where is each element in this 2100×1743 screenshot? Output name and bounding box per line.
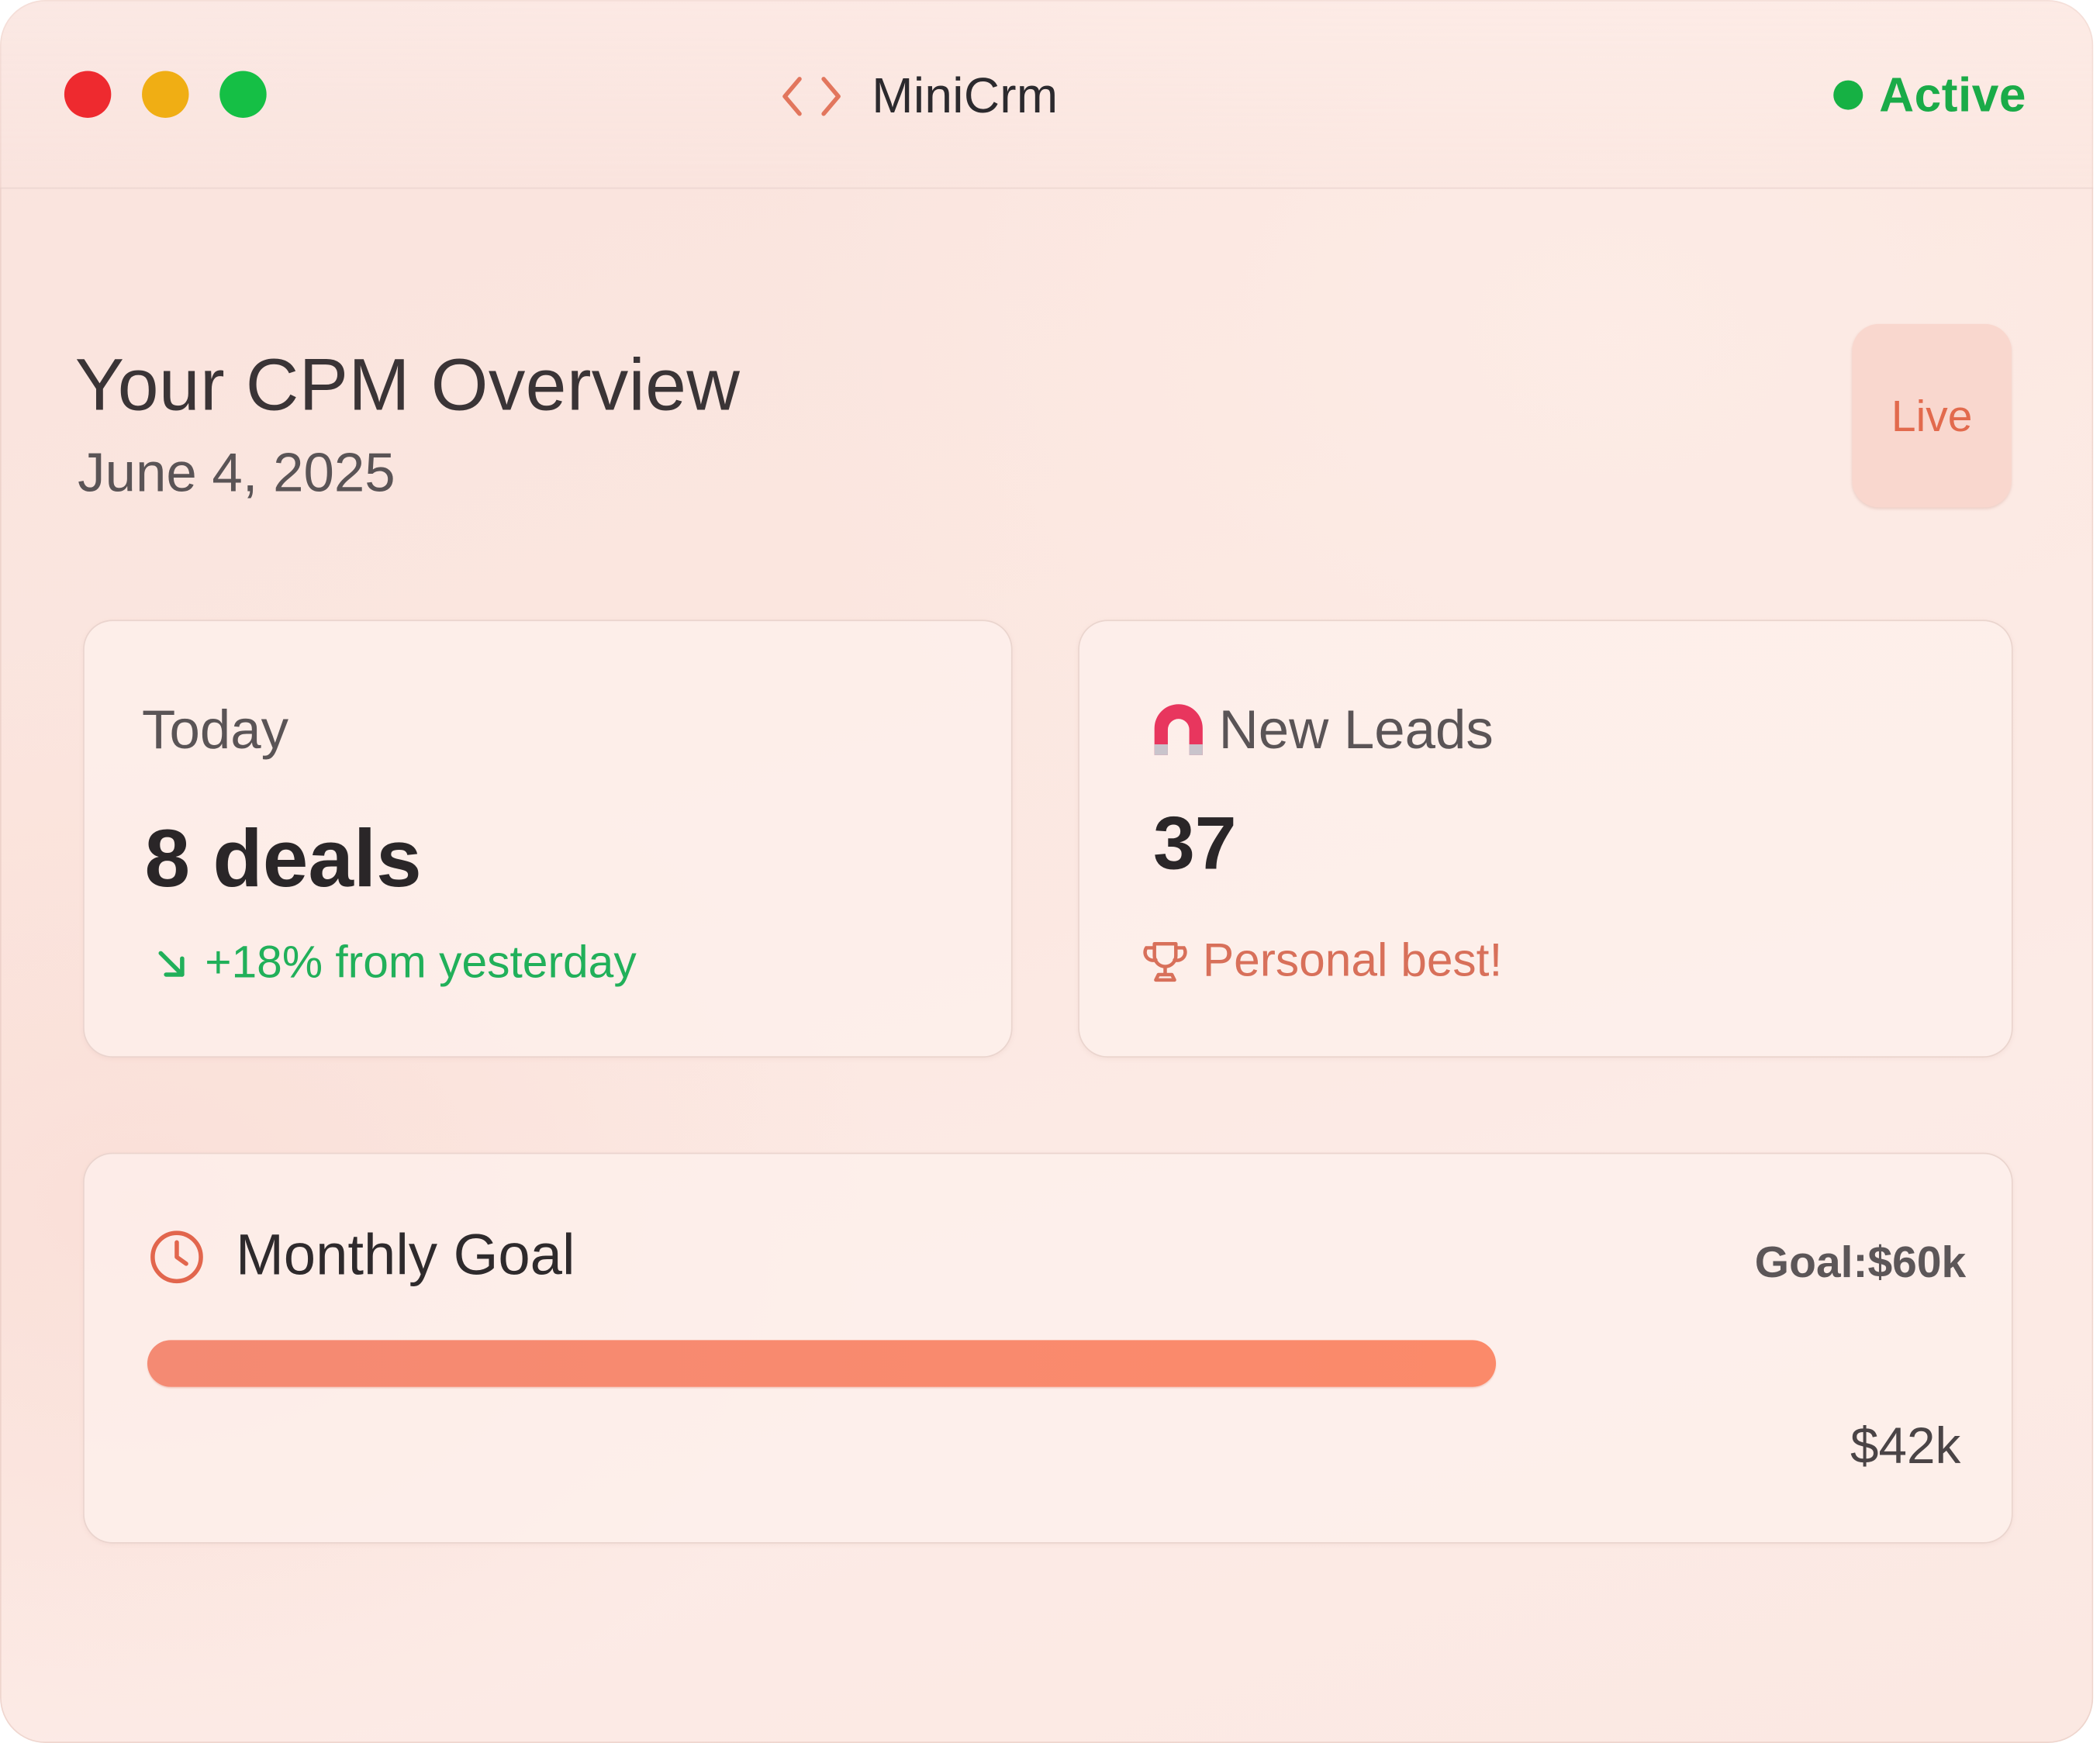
monthly-goal-header: Monthly Goal bbox=[147, 1224, 575, 1289]
new-leads-header: New Leads bbox=[1149, 699, 1494, 761]
today-label: Today bbox=[142, 699, 289, 761]
close-window-button[interactable] bbox=[64, 71, 112, 118]
personal-best-badge: Personal best! bbox=[1141, 934, 1502, 988]
new-leads-label: New Leads bbox=[1218, 699, 1494, 761]
arrow-down-right-icon bbox=[158, 950, 185, 976]
app-window: MiniCrm Active Your CPM Overview June 4,… bbox=[0, 0, 2094, 1743]
app-title: MiniCrm bbox=[781, 67, 1059, 126]
monthly-goal-title: Monthly Goal bbox=[235, 1224, 575, 1288]
minimize-window-button[interactable] bbox=[142, 71, 189, 118]
today-trend: +18% from yesterday bbox=[154, 937, 637, 989]
maximize-window-button[interactable] bbox=[219, 71, 267, 118]
page-date: June 4, 2025 bbox=[78, 441, 395, 504]
clock-icon bbox=[150, 1230, 203, 1283]
code-brackets-icon bbox=[782, 77, 841, 116]
goal-current-value: $42k bbox=[1850, 1419, 1961, 1476]
today-trend-text: +18% from yesterday bbox=[205, 937, 637, 989]
goal-progress-track bbox=[147, 1340, 1962, 1387]
today-card[interactable]: Today 8 deals +18% from yesterday bbox=[83, 620, 1013, 1058]
today-deals-value: 8 deals bbox=[144, 813, 422, 904]
title-bar: MiniCrm Active bbox=[0, 0, 2094, 189]
page-title: Your CPM Overview bbox=[74, 343, 741, 426]
new-leads-value: 37 bbox=[1152, 800, 1237, 885]
trophy-icon bbox=[1143, 942, 1187, 982]
status-indicator: Active bbox=[1833, 67, 2026, 123]
goal-target: Goal:$60k bbox=[1754, 1237, 1967, 1287]
live-badge[interactable]: Live bbox=[1852, 323, 2012, 508]
status-label: Active bbox=[1879, 67, 2026, 123]
stage: MiniCrm Active Your CPM Overview June 4,… bbox=[0, 0, 2100, 1743]
app-name: MiniCrm bbox=[872, 68, 1059, 123]
goal-progress-fill bbox=[147, 1340, 1496, 1387]
magnet-icon bbox=[1154, 703, 1203, 754]
monthly-goal-card[interactable]: Monthly Goal Goal:$60k $42k bbox=[83, 1152, 2013, 1544]
personal-best-text: Personal best! bbox=[1202, 934, 1503, 987]
status-dot-icon bbox=[1833, 80, 1863, 110]
new-leads-card[interactable]: New Leads 37 Personal best! bbox=[1078, 620, 2013, 1058]
